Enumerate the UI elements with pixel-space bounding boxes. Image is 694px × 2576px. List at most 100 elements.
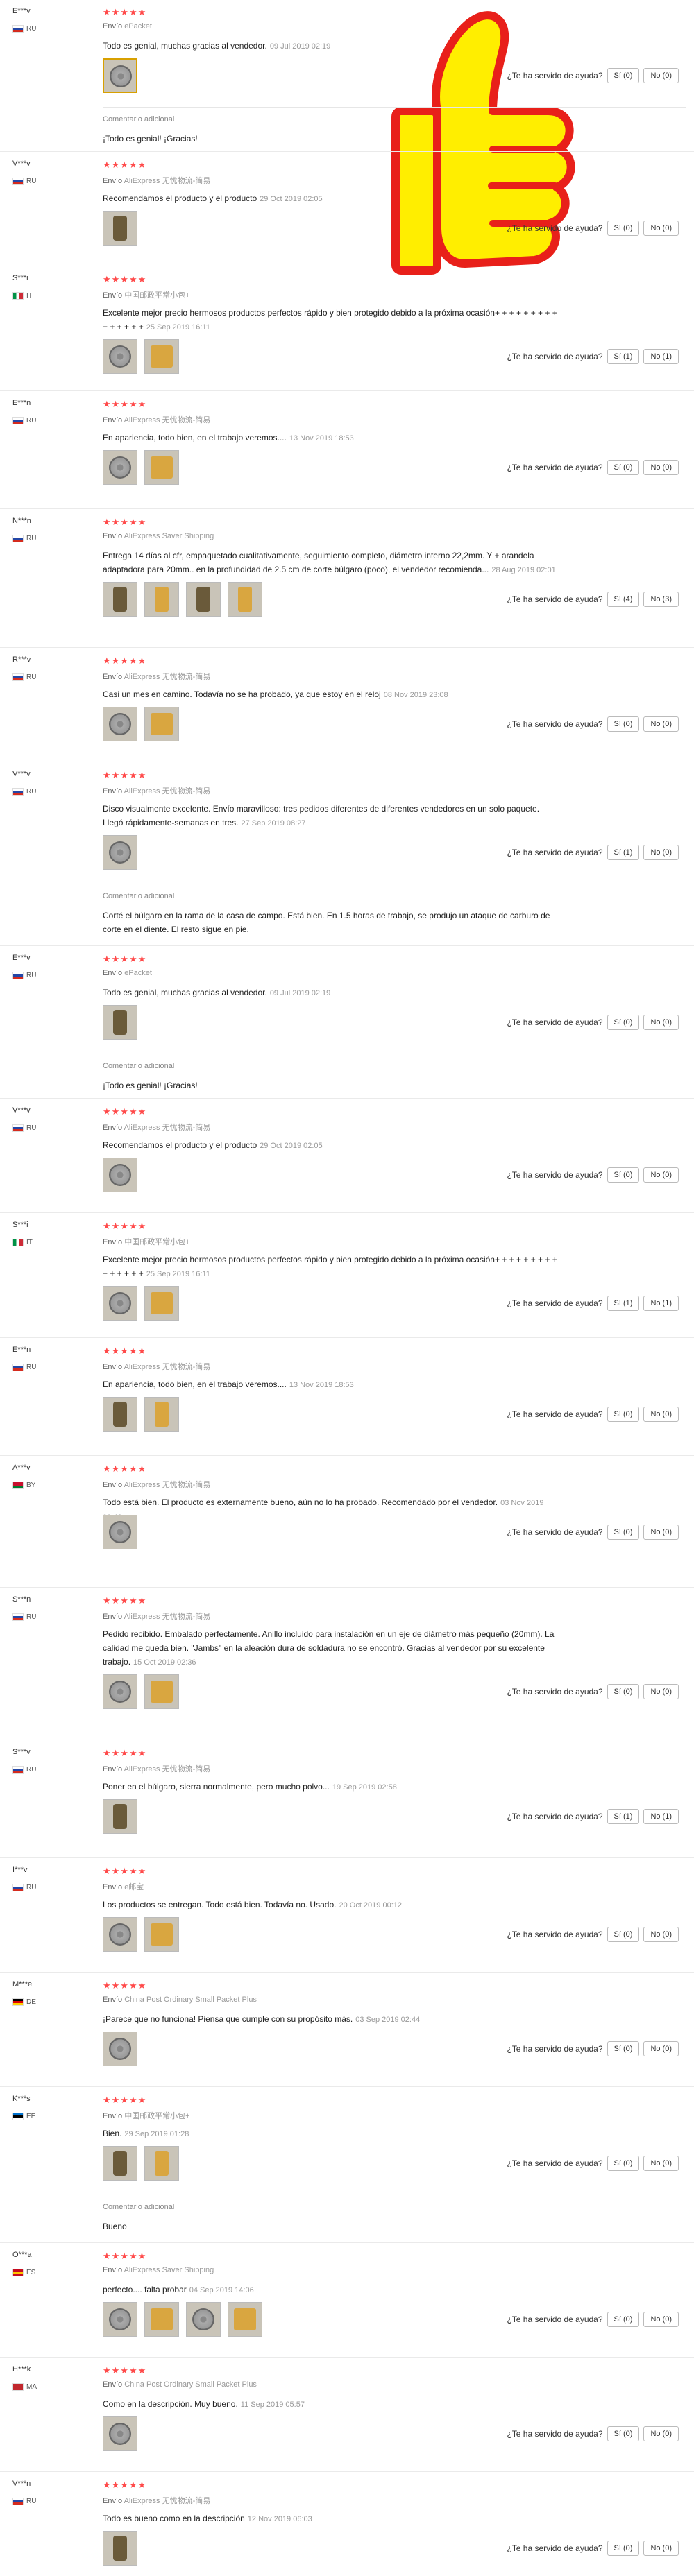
review-photo[interactable]	[103, 1286, 137, 1321]
review-photos	[103, 582, 262, 617]
review-photo[interactable]	[103, 339, 137, 374]
helpful-question: ¿Te ha servido de ayuda?	[507, 848, 603, 857]
vote-no-button[interactable]: No (0)	[643, 1015, 679, 1030]
vote-no-button[interactable]: No (3)	[643, 592, 679, 607]
shipping-value: AliExpress 无忧物流-简易	[124, 1481, 211, 1489]
vote-no-button[interactable]: No (1)	[643, 349, 679, 364]
vote-no-button[interactable]: No (1)	[643, 1809, 679, 1824]
vote-yes-button[interactable]: Sí (0)	[607, 1927, 640, 1942]
vote-no-button[interactable]: No (0)	[643, 460, 679, 475]
reviewer-country: RU	[12, 673, 36, 681]
vote-no-button[interactable]: No (0)	[643, 221, 679, 236]
vote-yes-button[interactable]: Sí (0)	[607, 716, 640, 732]
vote-no-button[interactable]: No (0)	[643, 2541, 679, 2556]
review-photo[interactable]	[144, 582, 179, 617]
helpful-vote: ¿Te ha servido de ayuda? Sí (1) No (1)	[507, 1296, 679, 1311]
vote-no-button[interactable]: No (0)	[643, 845, 679, 860]
country-code: RU	[26, 1766, 37, 1774]
shipping-label: Envío	[103, 1363, 124, 1371]
review-photo[interactable]	[103, 450, 137, 485]
vote-yes-button[interactable]: Sí (0)	[607, 1684, 640, 1699]
reviewer-name: S***i	[12, 1221, 28, 1229]
country-code: DE	[26, 1998, 36, 2006]
vote-yes-button[interactable]: Sí (0)	[607, 2541, 640, 2556]
vote-yes-button[interactable]: Sí (0)	[607, 1407, 640, 1422]
vote-yes-button[interactable]: Sí (0)	[607, 460, 640, 475]
review-photo[interactable]	[103, 58, 137, 93]
vote-no-button[interactable]: No (0)	[643, 716, 679, 732]
review-photo[interactable]	[144, 450, 179, 485]
vote-no-button[interactable]: No (0)	[643, 1407, 679, 1422]
vote-no-button[interactable]: No (0)	[643, 2156, 679, 2171]
review-body: Los productos se entregan. Todo está bie…	[103, 1900, 337, 1909]
review-photo[interactable]	[103, 211, 137, 246]
vote-yes-button[interactable]: Sí (0)	[607, 2426, 640, 2441]
review-photo[interactable]	[103, 2302, 137, 2337]
shipping-method: Envío AliExpress Saver Shipping	[103, 2266, 214, 2274]
vote-yes-button[interactable]: Sí (1)	[607, 1809, 640, 1824]
review-photo[interactable]	[186, 582, 221, 617]
review-separator	[0, 2086, 694, 2087]
review-photo[interactable]	[228, 582, 262, 617]
vote-no-button[interactable]: No (0)	[643, 2041, 679, 2056]
review-photo[interactable]	[103, 582, 137, 617]
vote-no-button[interactable]: No (0)	[643, 1927, 679, 1942]
review-photo[interactable]	[144, 1397, 179, 1432]
review-photo[interactable]	[228, 2302, 262, 2337]
vote-yes-button[interactable]: Sí (0)	[607, 1015, 640, 1030]
review-photo[interactable]	[144, 1286, 179, 1321]
vote-yes-button[interactable]: Sí (0)	[607, 1525, 640, 1540]
review-photo[interactable]	[144, 1674, 179, 1709]
review-photos	[103, 58, 137, 93]
review-photo[interactable]	[103, 707, 137, 741]
vote-yes-button[interactable]: Sí (0)	[607, 2041, 640, 2056]
review-photo[interactable]	[103, 1674, 137, 1709]
helpful-question: ¿Te ha servido de ayuda?	[507, 719, 603, 729]
vote-yes-button[interactable]: Sí (4)	[607, 592, 640, 607]
vote-yes-button[interactable]: Sí (1)	[607, 349, 640, 364]
review-photo[interactable]	[144, 707, 179, 741]
vote-no-button[interactable]: No (0)	[643, 2426, 679, 2441]
vote-yes-button[interactable]: Sí (1)	[607, 1296, 640, 1311]
vote-no-button[interactable]: No (1)	[643, 1296, 679, 1311]
product-photo-icon	[109, 1923, 131, 1946]
review-photo[interactable]	[186, 2302, 221, 2337]
vote-yes-button[interactable]: Sí (1)	[607, 845, 640, 860]
vote-no-button[interactable]: No (0)	[643, 2312, 679, 2327]
review-photo[interactable]	[103, 1158, 137, 1192]
vote-no-button[interactable]: No (0)	[643, 1525, 679, 1540]
review-photos	[103, 1158, 137, 1192]
review-photo[interactable]	[144, 1917, 179, 1952]
review-photo[interactable]	[103, 1917, 137, 1952]
vote-yes-button[interactable]: Sí (0)	[607, 221, 640, 236]
vote-yes-button[interactable]: Sí (0)	[607, 2312, 640, 2327]
review-photo[interactable]	[103, 2032, 137, 2066]
product-photo-icon	[109, 456, 131, 479]
review-photo[interactable]	[144, 339, 179, 374]
review-photos	[103, 2531, 137, 2566]
product-photo-icon	[151, 345, 173, 368]
review-photo[interactable]	[103, 1515, 137, 1549]
vote-no-button[interactable]: No (0)	[643, 1684, 679, 1699]
review-photo[interactable]	[103, 1397, 137, 1432]
helpful-vote: ¿Te ha servido de ayuda? Sí (4) No (3)	[507, 592, 679, 607]
review-photo[interactable]	[103, 835, 137, 870]
country-flag-icon	[12, 1884, 24, 1891]
review-photo[interactable]	[103, 1799, 137, 1834]
review-photo[interactable]	[144, 2146, 179, 2181]
review-photo[interactable]	[103, 2146, 137, 2181]
review-photo[interactable]	[103, 1005, 137, 1040]
vote-yes-button[interactable]: Sí (0)	[607, 2156, 640, 2171]
shipping-method: Envío 中国邮政平常小包+	[103, 1236, 190, 1247]
vote-yes-button[interactable]: Sí (0)	[607, 1167, 640, 1183]
vote-yes-button[interactable]: Sí (0)	[607, 68, 640, 83]
vote-no-button[interactable]: No (0)	[643, 1167, 679, 1183]
vote-no-button[interactable]: No (0)	[643, 68, 679, 83]
review-text: Casi un mes en camino. Todavía no se ha …	[103, 687, 561, 702]
review-photo[interactable]	[103, 2416, 137, 2451]
country-code: ES	[26, 2269, 36, 2276]
helpful-question: ¿Te ha servido de ayuda?	[507, 1298, 603, 1308]
review-photo[interactable]	[103, 2531, 137, 2566]
review-photo[interactable]	[144, 2302, 179, 2337]
country-flag-icon	[12, 1482, 24, 1489]
